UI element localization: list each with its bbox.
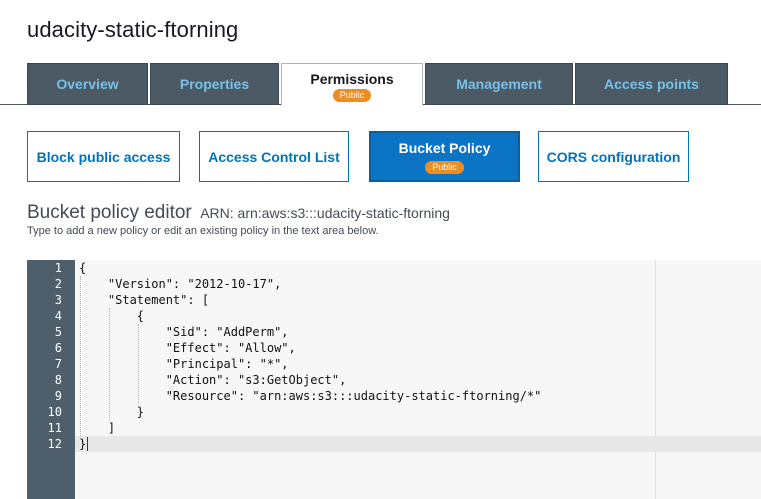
tab-permissions-public-badge: Public xyxy=(332,89,372,102)
tab-management[interactable]: Management xyxy=(425,63,573,105)
line-number-gutter: 1 2 3 4 5 6 7 8 9 10 11 12 xyxy=(27,260,75,499)
tab-management-label: Management xyxy=(456,76,542,92)
bucket-policy-public-badge: Public xyxy=(425,160,464,174)
block-public-access-button[interactable]: Block public access xyxy=(27,131,180,182)
cors-configuration-button[interactable]: CORS configuration xyxy=(538,131,689,182)
editor-help-text: Type to add a new policy or edit an exis… xyxy=(27,225,379,237)
code-line[interactable]: "Resource": "arn:aws:s3:::udacity-static… xyxy=(79,388,542,404)
line-number: 2 xyxy=(54,277,62,291)
code-line[interactable]: } xyxy=(79,404,144,420)
tab-overview[interactable]: Overview xyxy=(27,63,148,105)
code-line[interactable]: ] xyxy=(79,420,115,436)
code-line[interactable]: "Version": "2012-10-17", xyxy=(79,276,281,292)
access-control-list-button[interactable]: Access Control List xyxy=(199,131,349,182)
line-number: 4 xyxy=(54,309,62,323)
line-number: 9 xyxy=(54,389,62,403)
editor-title: Bucket policy editor xyxy=(27,202,192,223)
code-line[interactable]: "Effect": "Allow", xyxy=(79,340,296,356)
line-number: 11 xyxy=(47,421,62,435)
access-control-list-label: Access Control List xyxy=(208,148,340,165)
bucket-tabs: Overview Properties Permissions Public M… xyxy=(0,63,761,106)
tab-access-points[interactable]: Access points xyxy=(575,63,728,105)
editor-heading: Bucket policy editor ARN: arn:aws:s3:::u… xyxy=(27,202,450,224)
tab-properties-label: Properties xyxy=(179,76,250,92)
code-line[interactable]: "Principal": "*", xyxy=(79,356,289,372)
tab-overview-label: Overview xyxy=(56,76,119,92)
line-number: 8 xyxy=(54,373,62,387)
line-number: 3 xyxy=(54,293,62,307)
bucket-title: udacity-static-ftorning xyxy=(27,17,239,42)
code-line[interactable]: "Action": "s3:GetObject", xyxy=(79,372,347,388)
print-margin xyxy=(655,260,656,499)
code-line[interactable]: { xyxy=(79,260,86,276)
tab-access-points-label: Access points xyxy=(604,76,699,92)
cors-configuration-label: CORS configuration xyxy=(546,148,681,165)
line-number: 10 xyxy=(47,405,62,419)
active-line-highlight xyxy=(75,436,761,452)
tab-properties[interactable]: Properties xyxy=(150,63,279,105)
tab-permissions-label: Permissions xyxy=(310,71,394,87)
bucket-policy-button[interactable]: Bucket Policy Public xyxy=(369,131,520,182)
text-cursor xyxy=(87,437,88,451)
line-number: 5 xyxy=(54,325,62,339)
bucket-policy-label: Bucket Policy xyxy=(398,139,491,156)
code-line[interactable]: "Sid": "AddPerm", xyxy=(79,324,289,340)
policy-editor[interactable]: 1 2 3 4 5 6 7 8 9 10 11 12 { "Version": … xyxy=(27,260,761,499)
code-line[interactable]: "Statement": [ xyxy=(79,292,209,308)
line-number: 1 xyxy=(54,261,62,275)
code-line[interactable]: { xyxy=(79,308,144,324)
block-public-access-label: Block public access xyxy=(36,148,171,165)
line-number: 7 xyxy=(54,357,62,371)
code-line[interactable]: } xyxy=(79,436,86,452)
line-number: 12 xyxy=(47,437,62,451)
editor-arn: ARN: arn:aws:s3:::udacity-static-ftornin… xyxy=(200,205,450,221)
tab-permissions[interactable]: Permissions Public xyxy=(281,63,423,106)
line-number: 6 xyxy=(54,341,62,355)
